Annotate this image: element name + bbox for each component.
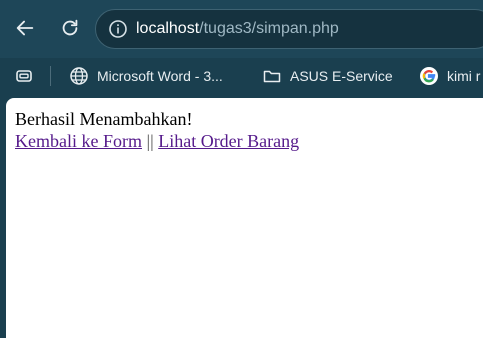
bookmarks-separator bbox=[50, 66, 51, 86]
url-path: /tugas3/simpan.php bbox=[199, 20, 339, 37]
address-bar[interactable]: localhost/tugas3/simpan.php bbox=[95, 9, 483, 49]
bookmark-label: ASUS E-Service bbox=[290, 68, 393, 84]
browser-toolbar: localhost/tugas3/simpan.php bbox=[0, 0, 483, 58]
success-message: Berhasil Menambahkan! bbox=[15, 109, 193, 129]
back-arrow-icon bbox=[16, 20, 34, 36]
links-row: Kembali ke Form || Lihat Order Barang bbox=[15, 130, 299, 152]
url-text[interactable]: localhost/tugas3/simpan.php bbox=[136, 19, 339, 39]
bookmark-label: kimi r bbox=[447, 68, 481, 84]
url-host: localhost bbox=[136, 20, 200, 37]
reload-icon bbox=[62, 19, 78, 36]
reload-button[interactable] bbox=[56, 14, 84, 42]
bookmark-label: Microsoft Word - 3... bbox=[97, 68, 223, 84]
bookmark-microsoft-word[interactable]: Microsoft Word - 3... bbox=[69, 64, 223, 88]
bookmark-kimi[interactable]: kimi r bbox=[419, 64, 480, 88]
site-info-icon[interactable] bbox=[108, 19, 128, 39]
page-content: Berhasil Menambahkan! Kembali ke Form ||… bbox=[15, 108, 299, 152]
folder-icon bbox=[263, 70, 281, 83]
tab-groups-icon bbox=[16, 70, 32, 82]
google-icon bbox=[420, 67, 438, 85]
bookmark-asus-e-service[interactable]: ASUS E-Service bbox=[262, 64, 393, 88]
page-viewport: Berhasil Menambahkan! Kembali ke Form ||… bbox=[6, 98, 483, 338]
back-to-form-link[interactable]: Kembali ke Form bbox=[15, 131, 142, 151]
link-separator: || bbox=[146, 131, 154, 151]
tab-groups-button[interactable] bbox=[14, 64, 42, 88]
globe-icon bbox=[70, 67, 88, 85]
view-orders-link[interactable]: Lihat Order Barang bbox=[158, 131, 299, 151]
back-button[interactable] bbox=[11, 14, 39, 42]
